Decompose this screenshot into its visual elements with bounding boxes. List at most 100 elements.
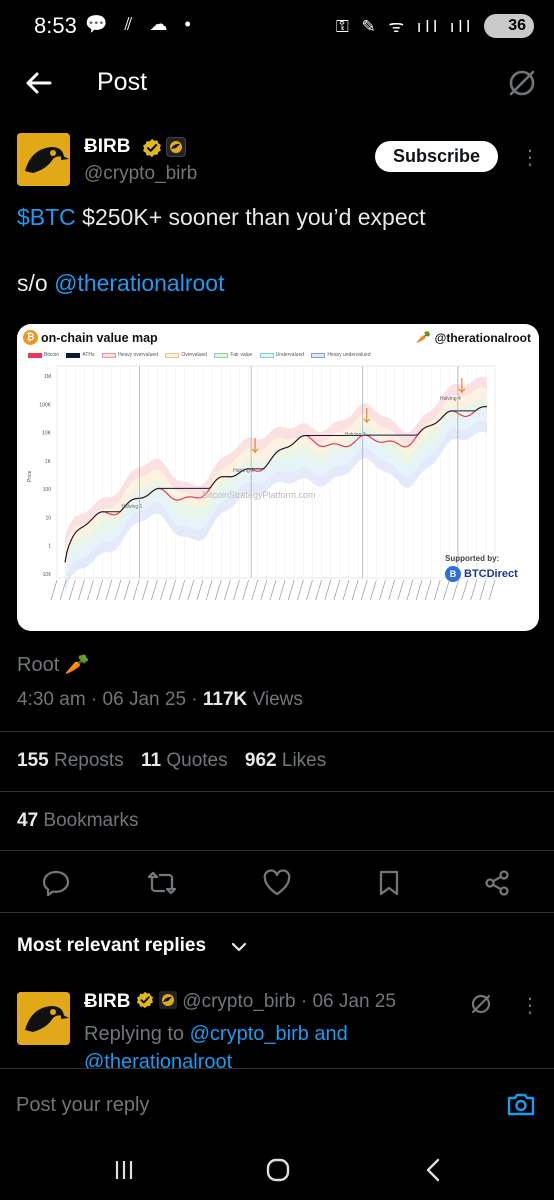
reposts-stat[interactable]: 155 Reposts	[17, 750, 124, 771]
x-tick-mark	[479, 579, 487, 601]
x-tick-mark	[132, 579, 140, 601]
subscribe-button[interactable]: Subscribe	[375, 141, 498, 172]
x-tick-mark	[205, 579, 213, 601]
more-options-icon[interactable]: ⋮	[520, 145, 540, 170]
y-tick-label: 100	[43, 487, 52, 493]
affiliate-badge-icon	[166, 137, 186, 157]
verified-badge-icon	[143, 139, 161, 157]
post-footnote: Root 🥕	[17, 654, 90, 676]
camera-icon[interactable]	[506, 1091, 536, 1117]
affiliate-badge-icon	[159, 991, 178, 1009]
home-icon[interactable]	[262, 1155, 294, 1185]
x-tick-mark	[123, 579, 131, 601]
likes-stat[interactable]: 962 Likes	[245, 750, 326, 771]
share-icon[interactable]	[482, 869, 512, 897]
halving-label: Halving 2	[233, 468, 254, 474]
legend-item: Overvalued	[181, 352, 207, 358]
x-tick-mark	[379, 579, 386, 601]
replying-to-label: Replying to	[84, 1023, 190, 1045]
halving-label: Halving 4	[440, 396, 461, 402]
supported-by-label: Supported by:	[445, 554, 500, 563]
legend-item: Undervalued	[275, 352, 305, 358]
x-tick-mark	[68, 579, 76, 601]
like-heart-icon[interactable]	[262, 869, 292, 897]
post-text-rest: $250K+ sooner than you’d expect	[75, 204, 426, 230]
x-tick-mark	[315, 579, 322, 601]
views-count: 117K	[202, 689, 248, 710]
reply-input[interactable]	[16, 1089, 456, 1121]
bookmarks-stat[interactable]: 47 Bookmarks	[17, 810, 138, 832]
legend-swatch	[311, 352, 326, 358]
x-tick-mark	[415, 579, 423, 601]
bitcoin-logo-icon: ₿	[23, 330, 38, 345]
repost-icon[interactable]	[147, 869, 177, 897]
x-tick-mark	[242, 579, 249, 601]
reposts-count: 155	[17, 750, 49, 771]
x-tick-mark	[324, 579, 332, 601]
x-tick-mark	[287, 579, 295, 601]
author-handle[interactable]: @crypto_birb	[84, 163, 197, 185]
divider	[0, 850, 554, 851]
divider	[0, 912, 554, 913]
y-tick-label: 1	[48, 544, 51, 550]
x-tick-mark	[488, 579, 496, 601]
legend-swatch	[28, 352, 42, 358]
chevron-down-icon[interactable]	[230, 938, 248, 956]
replying-to-and: and	[308, 1023, 348, 1045]
divider	[0, 731, 554, 732]
x-tick-mark	[160, 579, 167, 601]
x-tick-mark	[342, 579, 350, 601]
bookmark-icon[interactable]	[374, 869, 404, 897]
legend-swatch	[214, 352, 229, 358]
y-tick-label: 10K	[42, 431, 52, 437]
x-tick-mark	[251, 579, 259, 601]
likes-label: Likes	[281, 750, 327, 771]
chart-title: on-chain value map	[41, 331, 158, 345]
x-tick-mark	[78, 579, 85, 601]
reply-more-options-icon[interactable]: ⋮	[520, 993, 540, 1018]
y-tick-label: 10¢	[43, 572, 52, 578]
grok-icon[interactable]	[505, 66, 539, 100]
grok-icon[interactable]	[468, 991, 494, 1017]
x-tick-mark	[360, 579, 368, 601]
x-tick-mark	[141, 579, 149, 601]
replies-sort-dropdown[interactable]: Most relevant replies	[17, 935, 206, 957]
reply-avatar[interactable]	[17, 992, 70, 1045]
sponsor-logo: B BTCDirect	[445, 566, 518, 582]
x-tick-mark	[333, 579, 341, 601]
chart-author-handle: @therationalroot	[434, 331, 531, 345]
reposts-label: Reposts	[53, 750, 124, 771]
reply-author-name[interactable]: ɃIRB	[84, 991, 130, 1012]
x-tick-mark	[406, 579, 414, 601]
back-arrow-icon[interactable]	[22, 66, 56, 100]
replying-to-mention[interactable]: @crypto_birb	[190, 1023, 309, 1045]
x-tick-mark	[370, 579, 377, 601]
legend-swatch	[66, 352, 81, 358]
reply-author-handle[interactable]: @crypto_birb	[182, 991, 295, 1012]
x-tick-mark	[388, 579, 395, 601]
y-tick-label: 1M	[44, 374, 51, 380]
status-time: 8:53	[34, 13, 77, 38]
cashtag-link[interactable]: $BTC	[17, 204, 76, 230]
x-tick-mark	[424, 579, 432, 601]
x-tick-mark	[443, 579, 450, 601]
chart-image-card[interactable]: ₿ on-chain value map 🥕 @therationalroot …	[17, 324, 539, 631]
sponsor-icon: B	[445, 566, 461, 582]
legend-item: Bitcoin	[44, 352, 60, 358]
x-tick-mark	[224, 579, 231, 601]
y-axis-label: Price	[27, 470, 33, 482]
x-tick-mark	[233, 579, 240, 601]
x-tick-mark	[105, 579, 113, 601]
quotes-stat[interactable]: 11 Quotes	[141, 750, 228, 771]
reply-header: ɃIRB @crypto_birb · 06 Jan 25	[84, 991, 396, 1012]
x-tick-mark	[50, 579, 58, 601]
reply-icon[interactable]	[41, 869, 71, 897]
y-tick-label: 10	[45, 515, 51, 521]
mention-link[interactable]: @therationalroot	[54, 270, 224, 296]
avatar[interactable]	[17, 133, 70, 186]
back-icon[interactable]	[418, 1155, 450, 1185]
x-tick-mark	[196, 579, 204, 601]
recent-apps-icon[interactable]	[108, 1155, 140, 1185]
x-tick-mark	[297, 579, 304, 601]
author-name[interactable]: ɃIRB	[84, 136, 130, 158]
